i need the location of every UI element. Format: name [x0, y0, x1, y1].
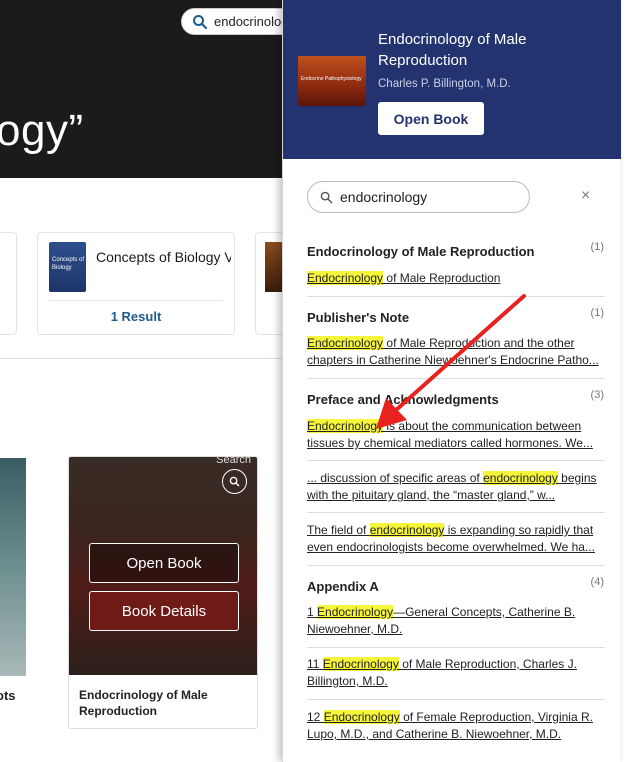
search-result-link[interactable]: 1 Endocrinology—General Concepts, Cather…	[307, 604, 607, 638]
book-cover-thumbnail: Endocrine Pathophysiology	[298, 56, 366, 106]
search-result-link[interactable]: 12 Endocrinology of Female Reproduction,…	[307, 709, 607, 743]
divider	[307, 647, 605, 648]
book-cover-thumbnail: Concepts of Biology	[49, 242, 86, 292]
book-result-title: Concepts of Biology VST Interactive Ope.…	[96, 249, 231, 265]
book-card-title: Endocrinology of Male Reproduction	[79, 688, 208, 718]
search-icon	[193, 14, 208, 29]
divider	[307, 378, 605, 379]
in-book-search-input[interactable]: endocrinology	[307, 181, 530, 213]
divider	[307, 512, 605, 513]
clear-search-button[interactable]: ×	[581, 187, 590, 205]
divider	[307, 296, 605, 297]
hero-title: ogy”	[0, 106, 84, 155]
search-icon	[320, 191, 333, 203]
divider	[307, 565, 605, 566]
search-query: endocrinology	[340, 189, 428, 205]
search-result-link[interactable]: ... discussion of specific areas of endo…	[307, 470, 607, 504]
divider	[307, 460, 605, 461]
panel-header: Endocrine Pathophysiology Endocrinology …	[283, 0, 621, 159]
book-author: Charles P. Billington, M.D.	[378, 78, 511, 90]
book-card-title: ots	[0, 688, 16, 703]
book-result-card[interactable]	[0, 232, 17, 335]
search-result-link[interactable]: Endocrinology is about the communication…	[307, 418, 607, 452]
search-in-book-button[interactable]	[222, 469, 247, 494]
open-book-button[interactable]: Open Book	[378, 102, 484, 135]
search-result-link[interactable]: 11 Endocrinology of Male Reproduction, C…	[307, 656, 607, 690]
divider	[0, 358, 290, 359]
search-result-link[interactable]: Endocrinology of Male Reproduction	[307, 270, 607, 287]
search-label: Search	[216, 456, 251, 466]
section-title: Preface and Acknowledgments	[307, 392, 499, 407]
section-count: (1)	[590, 307, 604, 319]
search-result-link[interactable]: The field of endocrinology is expanding …	[307, 522, 607, 556]
book-cover-image[interactable]	[0, 458, 26, 676]
book-details-button[interactable]: Book Details	[89, 591, 239, 631]
section-count: (3)	[590, 389, 604, 401]
search-icon	[229, 476, 240, 487]
section-title: Publisher's Note	[307, 310, 410, 325]
book-cover-text: Concepts of Biology	[52, 257, 85, 271]
book-cover-text: Endocrine Pathophysiology	[301, 76, 362, 82]
book-title: Endocrinology of Male Reproduction	[378, 31, 527, 69]
open-book-button[interactable]: Open Book	[89, 543, 239, 583]
book-result-card-concepts[interactable]: Concepts of Biology Concepts of Biology …	[37, 232, 235, 335]
search-result-link[interactable]: Endocrinology of Male Reproduction and t…	[307, 335, 607, 369]
search-in-book-panel: Endocrine Pathophysiology Endocrinology …	[282, 0, 621, 762]
section-count: (4)	[590, 576, 604, 588]
section-title: Appendix A	[307, 579, 379, 594]
book-card-endocrinology[interactable]: Search Open Book Book Details Endocrinol…	[68, 456, 258, 729]
divider	[49, 300, 223, 301]
divider	[307, 699, 605, 700]
section-count: (1)	[590, 241, 604, 253]
section-title: Endocrinology of Male Reproduction	[307, 244, 535, 259]
result-count-link[interactable]: 1 Result	[38, 309, 234, 324]
